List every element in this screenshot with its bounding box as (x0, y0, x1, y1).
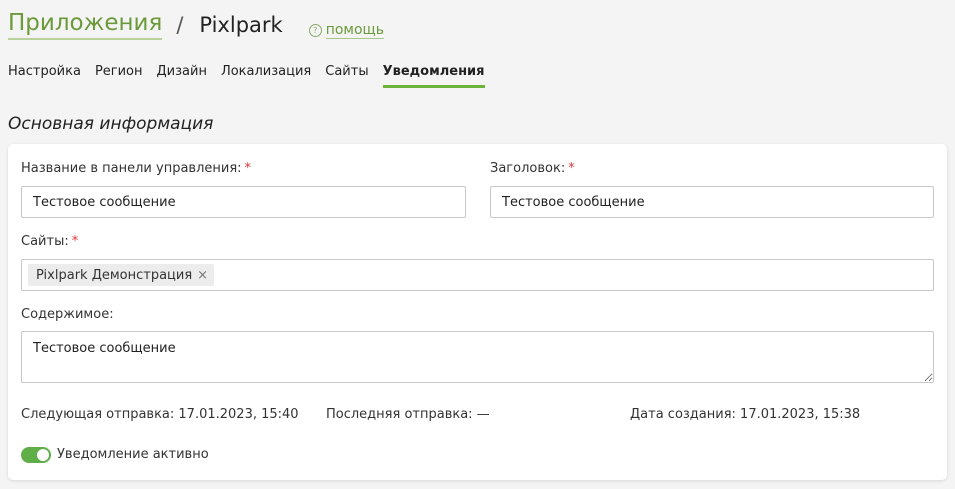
toggle-knob (37, 449, 49, 461)
heading-label: Заголовок: * (490, 161, 575, 176)
tab-localization[interactable]: Локализация (221, 62, 311, 88)
question-circle-icon: ? (308, 24, 322, 37)
content-textarea[interactable]: Тестовое сообщение (21, 331, 934, 383)
required-mark: * (71, 234, 79, 249)
tab-bar: Настройка Регион Дизайн Локализация Сайт… (8, 62, 499, 88)
breadcrumb-apps-link[interactable]: Приложения (8, 9, 163, 40)
page-title: Pixlpark (199, 13, 283, 37)
help-link[interactable]: ? помощь (308, 22, 384, 40)
heading-label-text: Заголовок: (490, 161, 566, 176)
tab-design[interactable]: Дизайн (157, 62, 207, 88)
admin-name-input[interactable] (21, 186, 466, 218)
site-tag-label: Pixlpark Демонстрация (36, 267, 193, 283)
content-label: Содержимое: (21, 307, 114, 322)
sites-multiselect[interactable]: Pixlpark Демонстрация × (21, 259, 934, 291)
admin-name-label: Название в панели управления: * (21, 161, 251, 176)
created-date-info: Дата создания: 17.01.2023, 15:38 (630, 407, 861, 422)
breadcrumb: Приложения / Pixlpark ? помощь (8, 6, 384, 40)
tab-notifications[interactable]: Уведомления (382, 62, 485, 88)
site-tag: Pixlpark Демонстрация × (28, 264, 215, 286)
required-mark: * (244, 161, 252, 176)
tab-region[interactable]: Регион (95, 62, 143, 88)
heading-input[interactable] (490, 186, 934, 218)
help-label[interactable]: помощь (325, 22, 384, 39)
breadcrumb-separator: / (176, 13, 184, 37)
next-send-info: Следующая отправка: 17.01.2023, 15:40 (21, 407, 299, 422)
sites-label-text: Сайты: (21, 234, 69, 249)
last-send-info: Последняя отправка: — (326, 407, 490, 422)
active-toggle[interactable] (21, 447, 51, 463)
notification-form-card: Название в панели управления:* Заголовок… (8, 144, 947, 480)
active-toggle-label: Уведомление активно (57, 447, 209, 462)
tab-sites[interactable]: Сайты (325, 62, 368, 88)
section-title: Основная информация (8, 114, 214, 134)
tab-settings[interactable]: Настройка (8, 62, 81, 88)
admin-name-label-text: Название в панели управления: (21, 161, 242, 176)
tag-remove-icon[interactable]: × (197, 268, 208, 283)
sites-label: Сайты: * (21, 234, 78, 249)
required-mark: * (568, 161, 575, 176)
